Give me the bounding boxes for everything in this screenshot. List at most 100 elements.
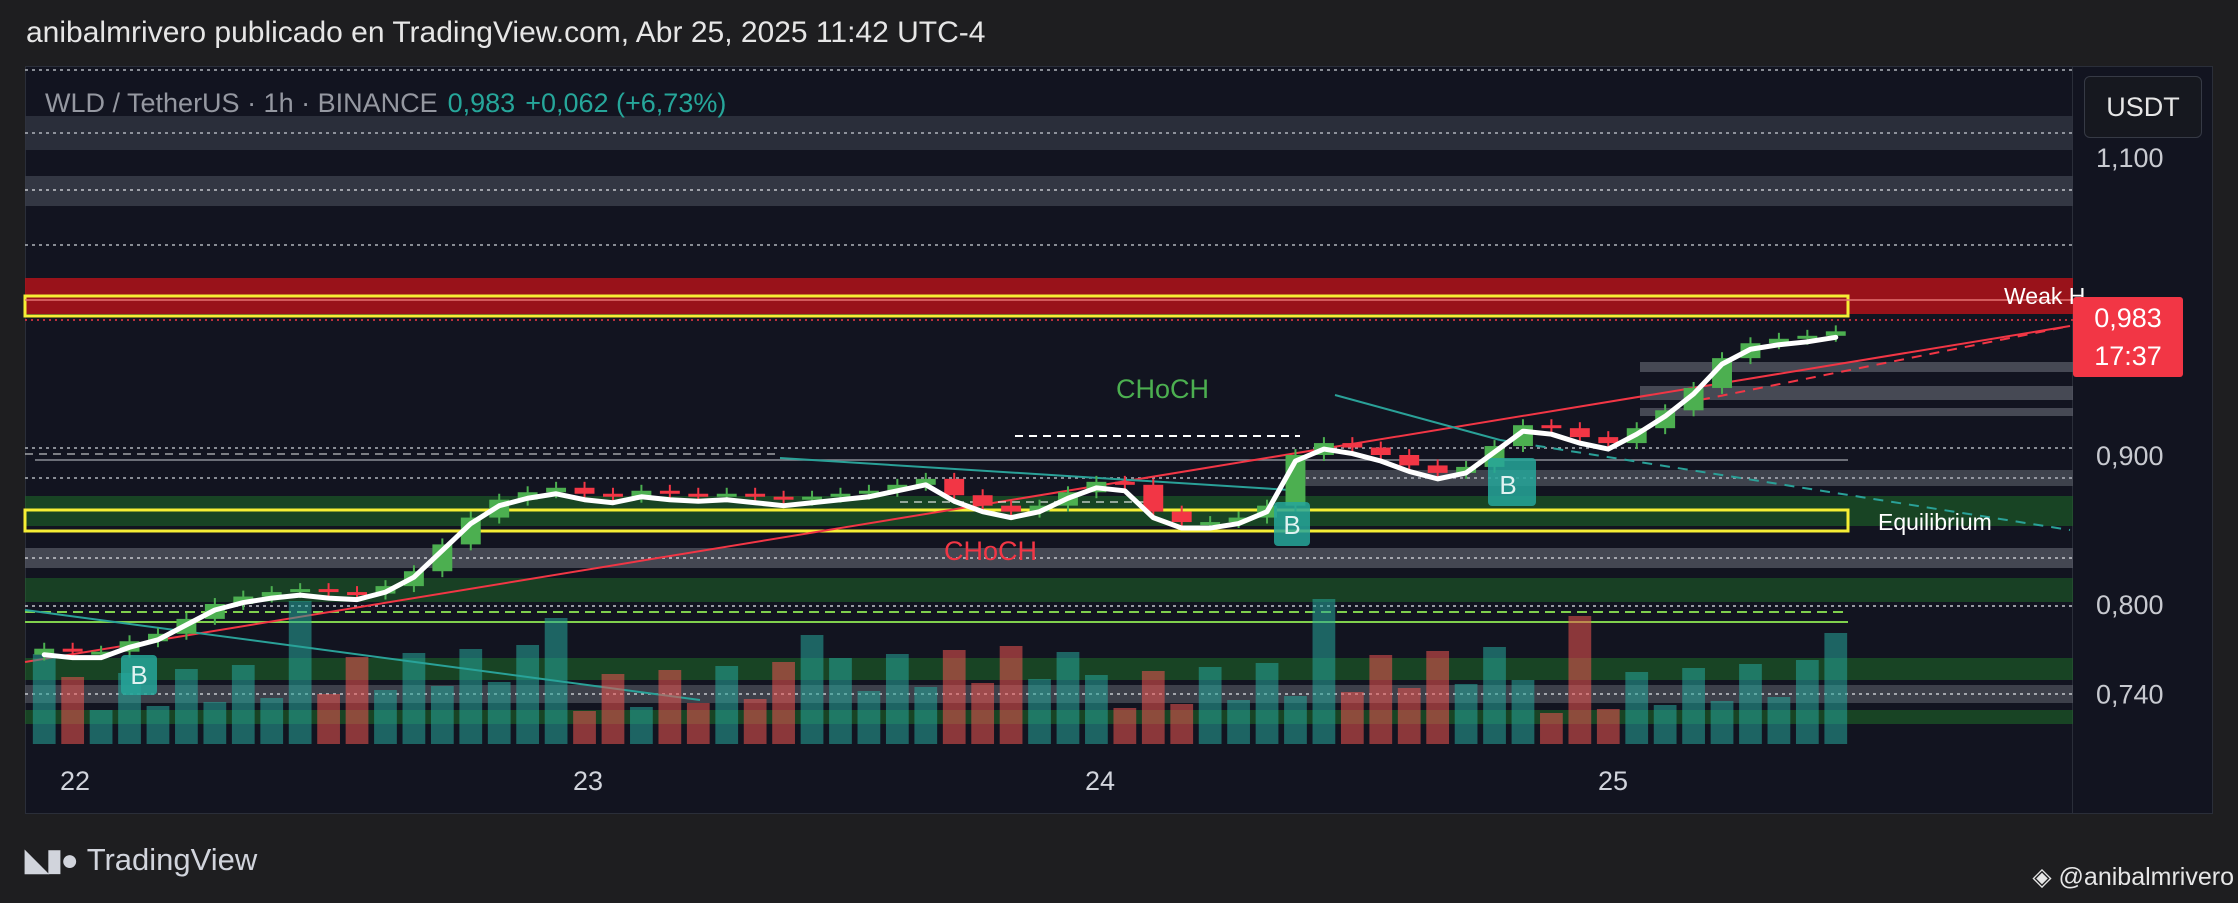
candle-body [1143,484,1164,512]
volume-bar [231,665,255,744]
volume-bar [1284,696,1307,744]
choch-green-label: CHoCH [1116,374,1209,404]
x-tick-label: 22 [60,766,90,796]
volume-bar [1483,647,1506,744]
y-axis-ticks: 1,1001,0000,9000,8000,740 [2096,143,2164,709]
candle-body [802,496,822,500]
candle-body [688,493,709,497]
currency-button[interactable]: USDT [2084,76,2202,138]
volume-bar [658,670,682,744]
candle-body [318,589,339,593]
volume-bar [317,694,340,744]
y-tick-label: 0,900 [2096,441,2164,471]
gray-zone-mid-3 [1640,408,2073,416]
candle-body [62,648,83,652]
volume-bar [1596,709,1620,744]
volume-bar [1227,700,1250,744]
x-axis-ticks: 22 23 24 25 [60,766,1628,796]
volume-bar [459,649,483,744]
volume-bar [1454,684,1478,744]
volume-bar [1540,713,1563,744]
chart-canvas: B B B CHoCH CHoCH Weak H Equilibrium 1,1… [23,69,2164,796]
candle-body [1569,428,1590,438]
volume-bar [1426,651,1450,744]
volume-bar [1028,679,1051,744]
red-trendline [24,325,2071,663]
price-tag: 0,983 17:37 [2073,297,2183,377]
watermark: ◈ @anibalmrivero [2032,862,2234,892]
volume-bar [544,618,568,744]
buy-marker-3-label: B [1499,470,1516,500]
volume-bar [601,674,625,744]
volume-bar [487,682,511,744]
volume-bar [1255,663,1279,744]
volume-bar [1113,708,1137,744]
volume-bar [914,687,938,744]
candle-body [773,496,794,500]
volume-bar [1056,652,1080,744]
volume-bar [829,658,852,744]
volume-bar [715,666,739,744]
volume-bar [1141,671,1165,744]
volume-bar [1511,680,1535,744]
buy-marker-2-label: B [1283,510,1300,540]
volume-bar [1340,692,1364,744]
candle-body [1114,481,1135,485]
y-tick-label: 1,100 [2096,143,2164,173]
volume-bar [1312,599,1336,744]
price-change: +0,062 (+6,73%) [525,88,727,118]
volume-bar [800,635,824,744]
volume-bar [1568,616,1592,744]
candle-body [659,490,680,494]
volume-bar [374,690,397,744]
tradingview-logo[interactable]: ◣▮● TradingView [25,842,257,878]
volume-bar [971,683,995,744]
volume-bar [573,711,596,744]
volume-bar [1710,701,1734,744]
x-tick-label: 25 [1598,766,1628,796]
volume-bar [999,646,1023,744]
candle-body [1171,511,1192,523]
choch-red-label: CHoCH [944,536,1037,566]
gray-zone-mid-1 [1640,362,2073,372]
volume-bar [288,601,312,744]
tradingview-brand: TradingView [86,842,258,877]
x-tick-label: 23 [573,766,603,796]
candle-body [1370,447,1391,455]
volume-bar [743,699,767,744]
candle-body [1427,465,1448,473]
x-tick-label: 24 [1085,766,1115,796]
volume-bar [1767,697,1791,744]
symbol-legend: WLD / TetherUS · 1h · BINANCE 0,983 +0,062… [45,88,726,119]
price-tag-price: 0,983 [2094,303,2162,333]
green-zone-660 [25,658,2073,680]
candle-body [574,487,595,494]
gray-zone-mid-2 [1640,386,2073,400]
volume-bar [942,650,966,744]
candle-body [603,493,623,497]
volume-bar [430,686,454,744]
gray-zone-upper [25,176,2073,206]
candle-body [972,495,993,506]
volume-bar [1085,675,1108,744]
candle-body [290,589,311,593]
volume-bar [1824,633,1848,744]
tradingview-logo-icon: ◣▮● [25,843,79,877]
volume-bar [1198,667,1222,744]
volume-bar [1682,668,1705,744]
volume-bar [32,654,56,744]
volume-bar [402,653,426,744]
volume-bar [203,702,227,744]
volume-bar [1653,705,1677,744]
candle-body [745,493,766,497]
volume-bar [260,698,284,744]
volume-bar [89,710,113,744]
watermark-handle: @anibalmrivero [2058,863,2234,891]
volume-bar [1170,704,1194,744]
candle-body [1001,505,1022,512]
volume-bar [345,657,369,744]
volume-bar [1739,664,1762,744]
volume-bar [885,654,909,744]
last-price: 0,983 [447,88,516,118]
candle-body [1598,437,1619,444]
